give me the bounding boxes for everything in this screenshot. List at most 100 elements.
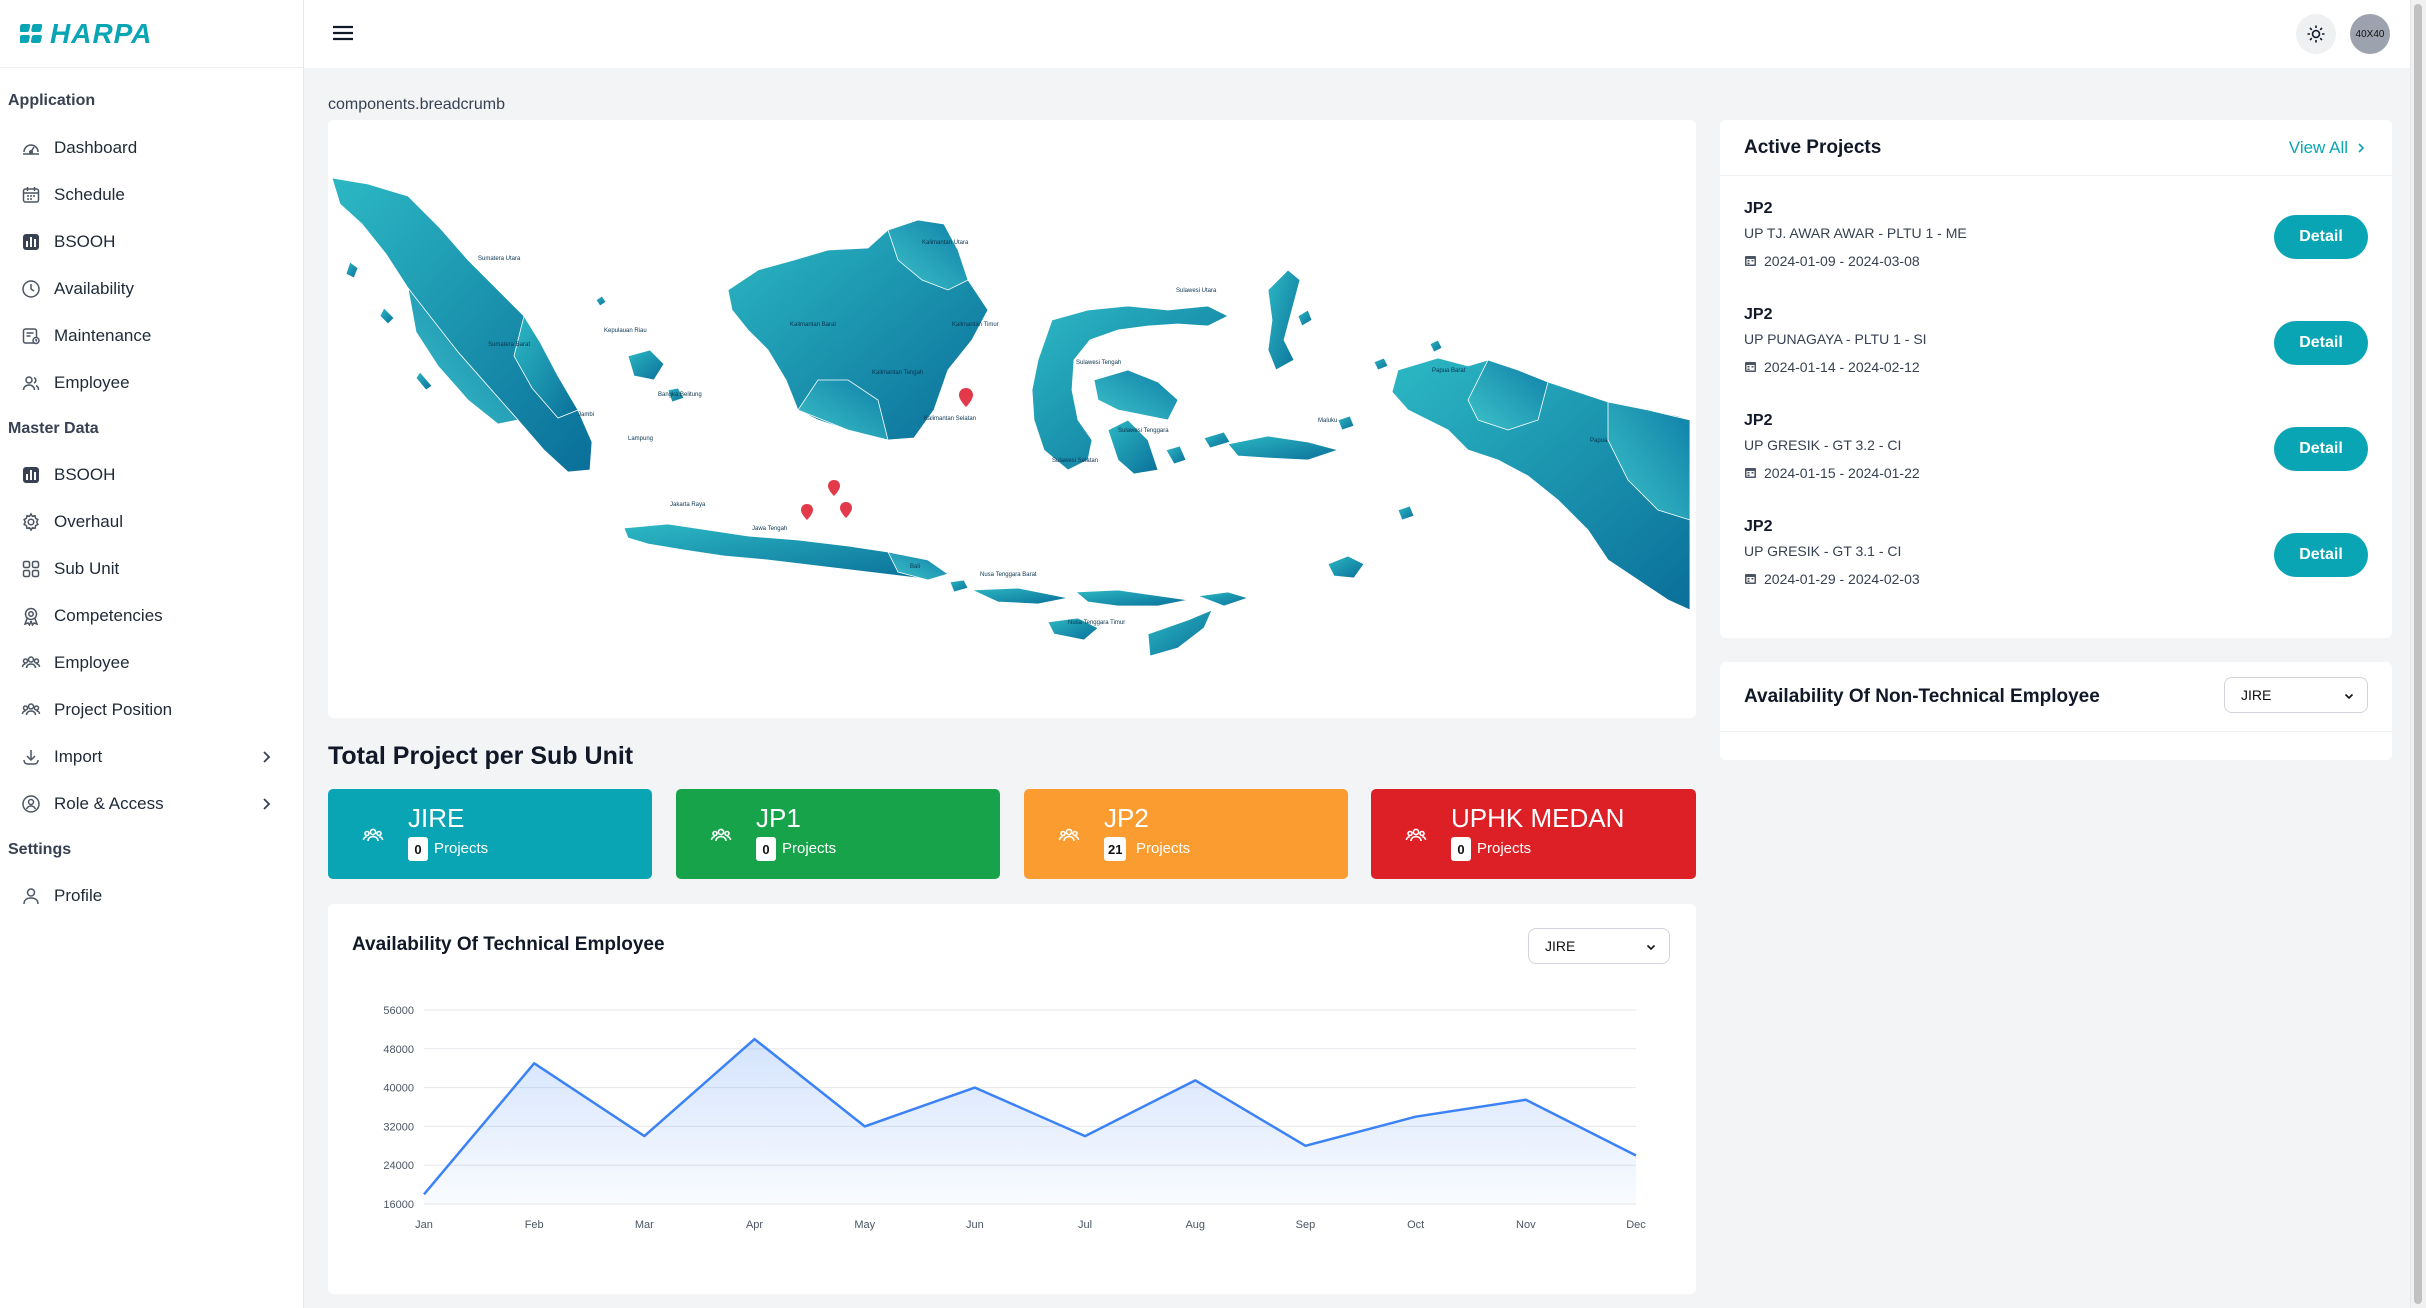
sidebar-item-label: Overhaul xyxy=(54,511,123,531)
sidebar-item-profile[interactable]: Profile xyxy=(0,872,303,919)
maintenance-icon xyxy=(20,325,42,347)
sidebar-item-label: BSOOH xyxy=(54,464,116,484)
logo[interactable]: HARPA xyxy=(0,0,303,68)
sidebar-item-label: Availability xyxy=(54,278,135,298)
sub-unit-card-jp1[interactable]: JP1 0 Projects xyxy=(676,789,1000,879)
gear-icon xyxy=(20,511,42,533)
sidebar-item-master-employee[interactable]: Employee xyxy=(0,639,303,686)
sub-unit-card-uphk-medan[interactable]: UPHK MEDAN 0 Projects xyxy=(1371,789,1696,879)
map-label: Jakarta Raya xyxy=(670,502,706,508)
nav-section-master-data: Master Data xyxy=(8,420,99,437)
sidebar-item-role-access[interactable]: Role & Access xyxy=(0,780,303,827)
x-tick-label: Oct xyxy=(1407,1219,1424,1231)
project-count-label: Projects xyxy=(1136,840,1191,857)
map-label: Sulawesi Utara xyxy=(1176,288,1217,294)
detail-button[interactable]: Detail xyxy=(2274,533,2368,577)
sidebar-item-label: Profile xyxy=(54,885,103,905)
total-project-title: Total Project per Sub Unit xyxy=(328,742,634,770)
project-code: JP2 xyxy=(1744,518,1773,535)
hamburger-menu-icon[interactable] xyxy=(330,22,356,44)
top-bar: 40X40 xyxy=(304,0,2410,68)
project-name: UP PUNAGAYA - PLTU 1 - SI xyxy=(1744,331,1927,347)
map-label: Papua xyxy=(1590,438,1608,444)
x-tick-label: Nov xyxy=(1516,1219,1536,1231)
sidebar-item-label: Employee xyxy=(54,372,130,392)
nav-section-settings: Settings xyxy=(8,841,72,858)
map-marker-icon[interactable] xyxy=(959,388,973,407)
sidebar-item-master-bsooh[interactable]: BSOOH xyxy=(0,451,303,498)
y-tick-label: 56000 xyxy=(383,1005,414,1017)
project-item: JP2 UP GRESIK - GT 3.1 - CI 2024-01-29 -… xyxy=(1744,518,2368,608)
detail-button[interactable]: Detail xyxy=(2274,215,2368,259)
map-label: Papua Barat xyxy=(1432,368,1466,374)
map-marker-icon[interactable] xyxy=(828,480,840,496)
sidebar-item-competencies[interactable]: Competencies xyxy=(0,592,303,639)
download-icon xyxy=(20,746,42,768)
sidebar-item-maintenance[interactable]: Maintenance xyxy=(0,312,303,359)
detail-button[interactable]: Detail xyxy=(2274,427,2368,471)
technical-availability-card: Availability Of Technical Employee JIRE … xyxy=(328,904,1696,1294)
sidebar-item-dashboard[interactable]: Dashboard xyxy=(0,124,303,171)
sidebar-item-employee[interactable]: Employee xyxy=(0,359,303,406)
view-all-label: View All xyxy=(2288,138,2348,157)
sidebar-item-schedule[interactable]: Schedule xyxy=(0,171,303,218)
map-label: Bangka Belitung xyxy=(658,392,702,398)
users-icon xyxy=(20,699,42,721)
users-icon xyxy=(362,828,384,842)
sub-unit-name: UPHK MEDAN xyxy=(1451,803,1625,833)
sub-unit-select[interactable]: JIRE xyxy=(2224,677,2368,713)
map-label: Sumatera Utara xyxy=(478,256,521,262)
y-tick-label: 48000 xyxy=(383,1044,414,1056)
view-all-link[interactable]: View All xyxy=(2289,138,2366,158)
sun-icon xyxy=(2307,25,2325,43)
map-label: Sulawesi Selatan xyxy=(1052,458,1098,464)
sidebar-item-label: Project Position xyxy=(54,699,173,719)
theme-toggle-button[interactable] xyxy=(2296,14,2336,54)
project-dates: 2024-01-15 - 2024-01-22 xyxy=(1764,465,1920,481)
grid-icon xyxy=(20,558,42,580)
sidebar-item-overhaul[interactable]: Overhaul xyxy=(0,498,303,545)
x-tick-label: Dec xyxy=(1626,1219,1646,1231)
map-label: Sulawesi Tengah xyxy=(1076,360,1121,366)
map-label: Sumatera Barat xyxy=(488,342,530,348)
project-count-label: Projects xyxy=(1477,840,1532,857)
sidebar: HARPA Application Dashboard Schedule BSO… xyxy=(0,0,304,1308)
sub-unit-name: JIRE xyxy=(408,803,465,833)
shield-icon xyxy=(20,793,42,815)
x-tick-label: Mar xyxy=(635,1219,654,1231)
sidebar-item-import[interactable]: Import xyxy=(0,733,303,780)
sidebar-item-sub-unit[interactable]: Sub Unit xyxy=(0,545,303,592)
sidebar-item-bsooh[interactable]: BSOOH xyxy=(0,218,303,265)
sidebar-item-availability[interactable]: Availability xyxy=(0,265,303,312)
map-marker-icon[interactable] xyxy=(840,502,852,518)
calendar-icon xyxy=(1745,362,1756,372)
project-code: JP2 xyxy=(1744,306,1773,323)
sub-unit-card-jp2[interactable]: JP2 21 Projects xyxy=(1024,789,1348,879)
map-label: Jawa Tengah xyxy=(752,526,787,532)
x-tick-label: Aug xyxy=(1185,1219,1205,1231)
indonesia-map: Sumatera Utara Sumatera Barat Kepulauan … xyxy=(331,177,1691,657)
scrollbar-thumb[interactable] xyxy=(2414,4,2422,1304)
calendar-icon xyxy=(1745,468,1756,478)
project-count-badge: 0 xyxy=(408,837,428,861)
sub-unit-card-jire[interactable]: JIRE 0 Projects xyxy=(328,789,652,879)
avatar[interactable]: 40X40 xyxy=(2350,14,2390,54)
x-tick-label: Jun xyxy=(966,1219,984,1231)
sidebar-item-label: Role & Access xyxy=(54,793,164,813)
x-tick-label: Jan xyxy=(415,1219,433,1231)
user-icon xyxy=(20,885,42,907)
chevron-right-icon xyxy=(263,750,271,763)
map-label: Jambi xyxy=(578,412,594,418)
active-projects-header: Active Projects View All xyxy=(1720,120,2392,176)
detail-button[interactable]: Detail xyxy=(2274,321,2368,365)
map-marker-icon[interactable] xyxy=(801,504,813,520)
map-label: Kalimantan Utara xyxy=(922,240,969,246)
sub-unit-name: JP1 xyxy=(756,803,801,833)
project-count-label: Projects xyxy=(782,840,837,857)
project-count-badge: 0 xyxy=(1451,837,1471,861)
project-count-label: Projects xyxy=(434,840,489,857)
logo-text: HARPA xyxy=(50,17,153,49)
chevron-down-icon xyxy=(2344,693,2354,700)
sidebar-item-project-position[interactable]: Project Position xyxy=(0,686,303,733)
logo-icon xyxy=(20,23,43,43)
